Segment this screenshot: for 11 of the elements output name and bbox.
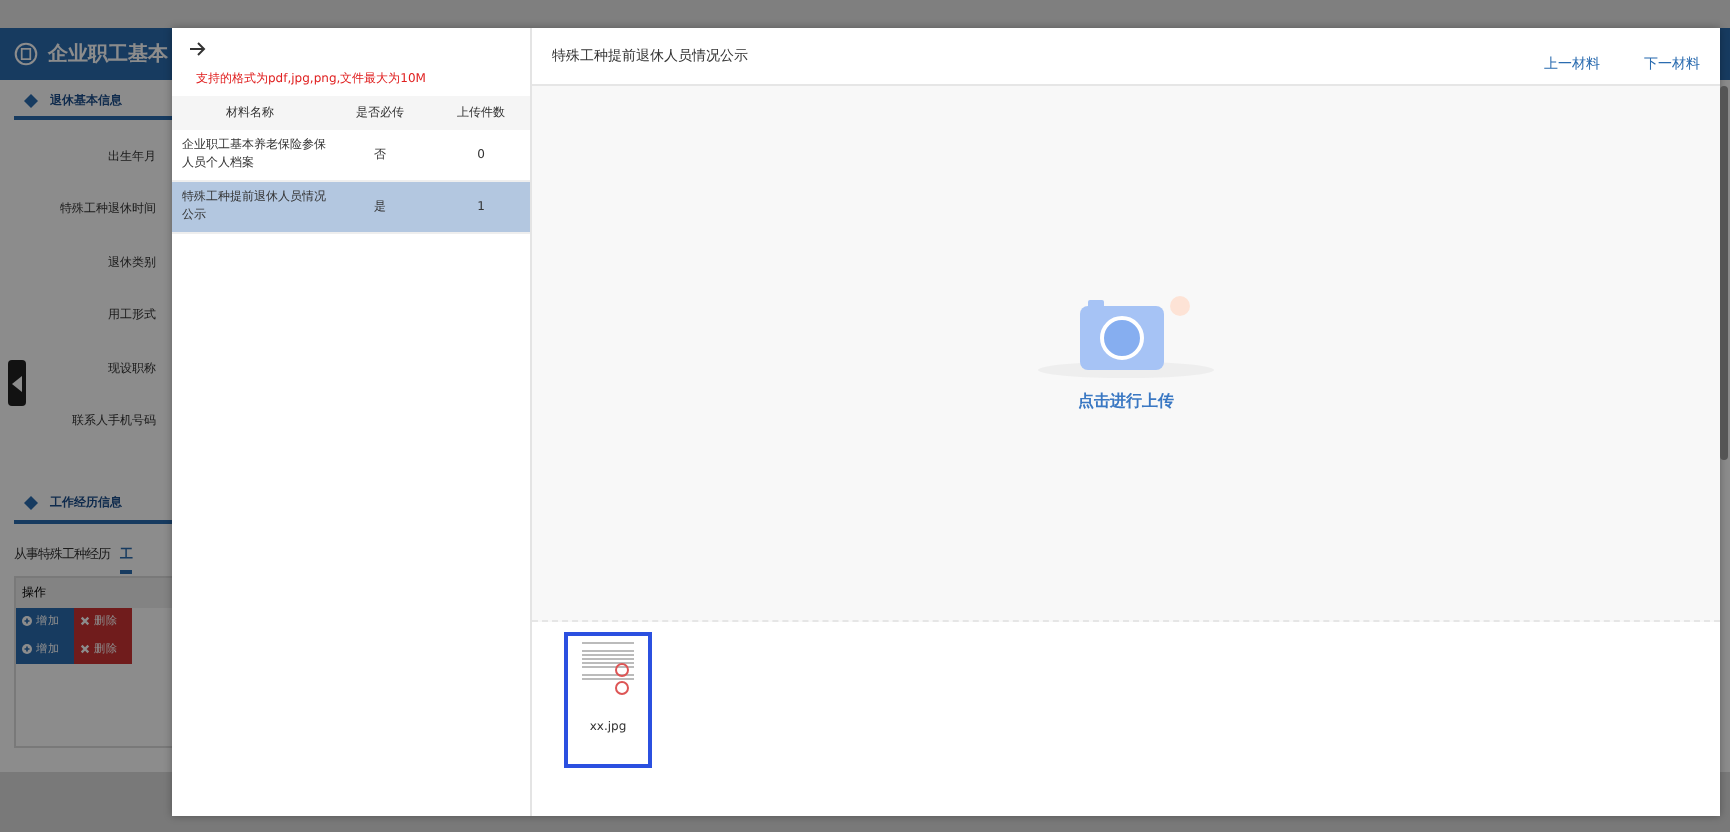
- plus-icon: [22, 616, 32, 626]
- app-title: 企业职工基本: [48, 41, 168, 68]
- plus-icon: [22, 644, 32, 654]
- close-icon: [80, 644, 90, 654]
- diamond-icon: [24, 93, 38, 107]
- collapse-handle[interactable]: [8, 360, 26, 406]
- upload-link[interactable]: 点击进行上传: [1078, 390, 1174, 412]
- scrollbar[interactable]: [1720, 86, 1728, 460]
- logo-icon: [14, 42, 38, 66]
- diamond-icon: [24, 496, 38, 510]
- close-icon: [80, 616, 90, 626]
